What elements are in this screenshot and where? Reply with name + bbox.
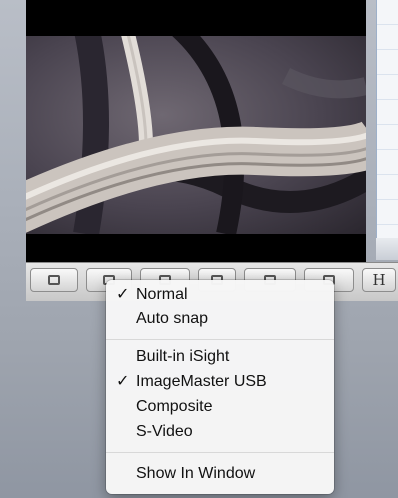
h-button[interactable]: H xyxy=(362,268,396,292)
menu-item-show-in-window[interactable]: Show In Window xyxy=(106,462,334,486)
menu-separator xyxy=(106,339,334,340)
menu-item-composite[interactable]: Composite xyxy=(106,395,334,419)
snapshot-button[interactable] xyxy=(30,268,78,292)
menu-item-built-in-isight[interactable]: Built-in iSight xyxy=(106,345,334,369)
menu-item-imagemaster-usb[interactable]: ✓ ImageMaster USB xyxy=(106,370,334,394)
menu-separator xyxy=(106,452,334,453)
checkmark-icon: ✓ xyxy=(116,373,130,390)
menu-item-auto-snap[interactable]: Auto snap xyxy=(106,307,334,331)
side-panel-footer xyxy=(376,238,398,260)
menu-item-normal[interactable]: ✓ Normal xyxy=(106,283,334,307)
camera-icon xyxy=(48,275,60,285)
camera-source-menu: ✓ Normal Auto snap Built-in iSight ✓ Ima… xyxy=(106,280,334,494)
side-panel xyxy=(376,0,398,238)
checkmark-icon: ✓ xyxy=(116,286,130,303)
video-preview xyxy=(26,0,366,262)
menu-item-s-video[interactable]: S-Video xyxy=(106,420,334,444)
h-button-label: H xyxy=(372,271,386,289)
camera-feed-image xyxy=(26,36,366,234)
